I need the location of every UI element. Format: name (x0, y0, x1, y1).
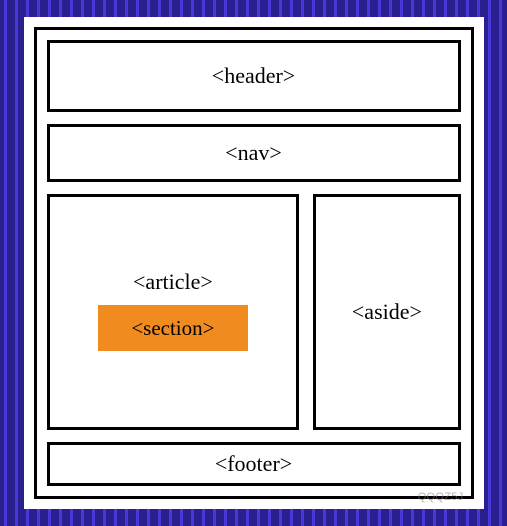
diagram-page: <header> <nav> <article> <section> <asid… (24, 17, 484, 509)
middle-row: <article> <section> <aside> (47, 194, 461, 430)
footer-label: <footer> (215, 451, 292, 477)
header-label: <header> (212, 63, 295, 89)
footer-box: <footer> (47, 442, 461, 486)
page-container-box: <header> <nav> <article> <section> <asid… (34, 27, 474, 499)
article-box: <article> <section> (47, 194, 300, 430)
article-label: <article> (133, 269, 213, 295)
aside-label: <aside> (352, 299, 422, 325)
watermark-text: QQQZ5J (418, 491, 464, 503)
aside-box: <aside> (313, 194, 460, 430)
section-label: <section> (131, 316, 214, 341)
section-box: <section> (98, 305, 248, 351)
header-box: <header> (47, 40, 461, 112)
nav-label: <nav> (225, 140, 282, 166)
nav-box: <nav> (47, 124, 461, 182)
